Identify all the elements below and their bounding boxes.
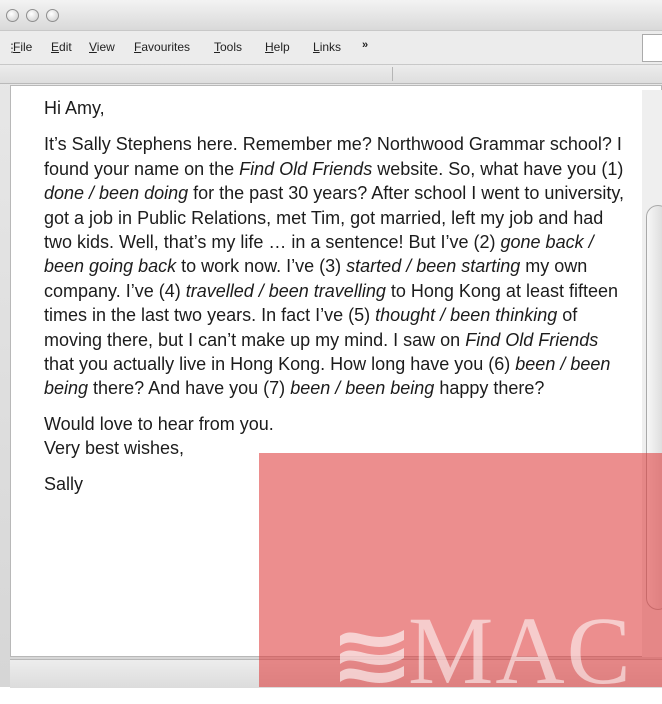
text-run: that you actually live in Hong Kong. How… <box>44 354 516 375</box>
menu-view[interactable]: View <box>89 40 115 54</box>
greeting-line: Hi Amy, <box>44 98 105 118</box>
italic-phrase: travelled / been travelling <box>185 280 386 301</box>
browser-window: ⋮ File Edit View Favourites Tools Help L… <box>0 0 662 688</box>
italic-phrase: done / been doing <box>44 183 189 204</box>
text-run: there? And have you (7) <box>88 378 291 399</box>
close-window-button[interactable] <box>6 9 19 22</box>
address-field[interactable] <box>642 34 662 62</box>
links-bar-label[interactable]: Links <box>313 40 341 54</box>
text-run: to work now. I’ve (3) <box>176 256 347 277</box>
italic-phrase: been / been being <box>290 378 435 399</box>
menu-tools[interactable]: Tools <box>214 40 242 54</box>
closing-line: Would love to hear from you. <box>44 413 274 434</box>
minimize-window-button[interactable] <box>26 9 39 22</box>
zoom-window-button[interactable] <box>46 9 59 22</box>
text-run: website. So, what have you (1) <box>372 158 624 179</box>
signature: Sally <box>44 473 84 494</box>
menu-favourites[interactable]: Favourites <box>134 40 190 54</box>
secondary-toolbar <box>0 64 662 84</box>
menu-edit[interactable]: Edit <box>51 40 72 54</box>
vertical-scrollbar-thumb[interactable] <box>646 205 662 610</box>
italic-phrase: Find Old Friends <box>239 158 373 179</box>
italic-phrase: thought / been thinking <box>375 305 558 326</box>
status-bar <box>10 659 662 688</box>
sign-off-line: Very best wishes, <box>44 438 185 459</box>
email-letter: Hi Amy, It’s Sally Stephens here. Rememb… <box>44 96 629 496</box>
menu-bar: ⋮ File Edit View Favourites Tools Help L… <box>0 30 662 65</box>
menu-help[interactable]: Help <box>265 40 290 54</box>
letter-body-paragraph: It’s Sally Stephens here. Remember me? N… <box>44 132 629 400</box>
toolbar-divider <box>392 67 393 81</box>
menu-file[interactable]: File <box>13 40 32 54</box>
chevron-right-icon[interactable]: » <box>362 39 368 51</box>
text-run: happy there? <box>434 378 545 399</box>
italic-phrase: Find Old Friends <box>465 329 599 350</box>
italic-phrase: started / been starting <box>346 256 521 277</box>
title-bar <box>0 0 662 30</box>
